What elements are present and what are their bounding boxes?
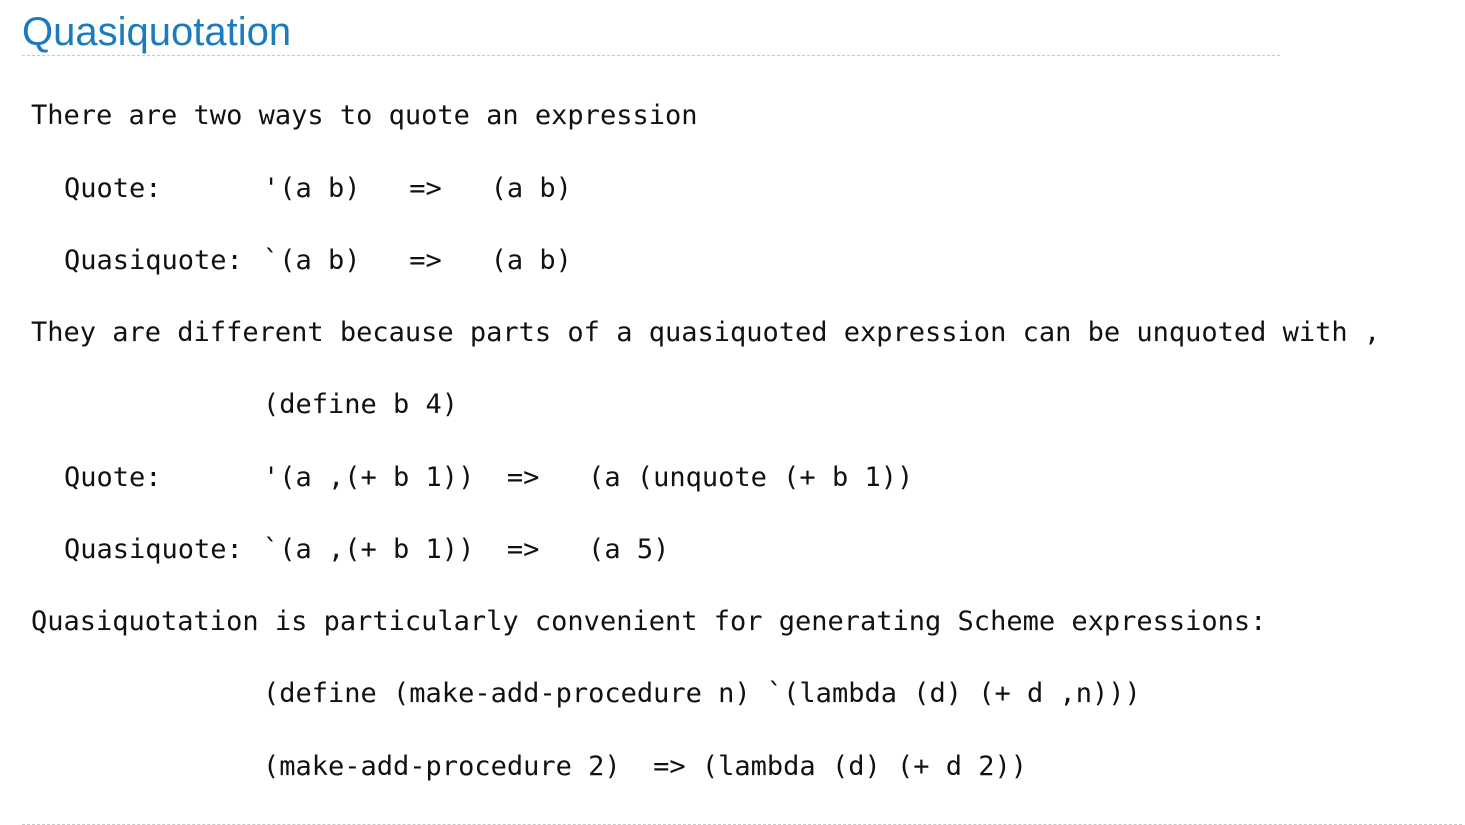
difference-text: They are different because parts of a qu… xyxy=(31,317,1381,348)
intro-text: There are two ways to quote an expressio… xyxy=(31,100,698,131)
define-b-code: (define b 4) xyxy=(263,389,459,420)
quote-unquote-label: Quote: xyxy=(64,462,162,493)
quote-label: Quote: xyxy=(64,173,162,204)
quote-example: '(a b) => (a b) xyxy=(263,173,572,204)
quasiquote-unquote-example: `(a ,(+ b 1)) => (a 5) xyxy=(263,534,670,565)
quasiquote-unquote-label: Quasiquote: xyxy=(64,534,243,565)
quasiquote-example: `(a b) => (a b) xyxy=(263,245,572,276)
title-divider xyxy=(22,55,1280,56)
convenience-text: Quasiquotation is particularly convenien… xyxy=(31,606,1267,637)
make-add-procedure-definition: (define (make-add-procedure n) `(lambda … xyxy=(263,678,1141,709)
quote-unquote-example: '(a ,(+ b 1)) => (a (unquote (+ b 1)) xyxy=(263,462,914,493)
page-title: Quasiquotation xyxy=(22,10,292,54)
make-add-procedure-call: (make-add-procedure 2) => (lambda (d) (+… xyxy=(263,751,1028,782)
quasiquote-label: Quasiquote: xyxy=(64,245,243,276)
